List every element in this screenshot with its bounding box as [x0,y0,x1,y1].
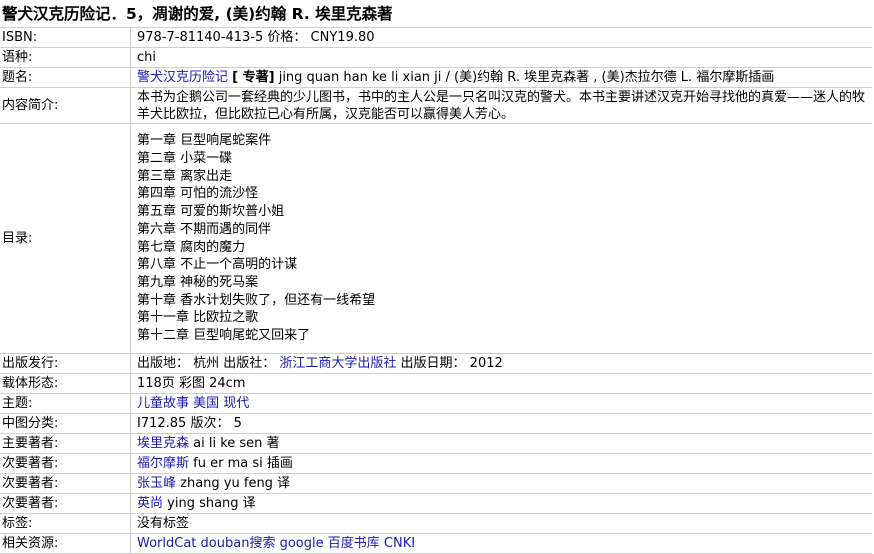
value-summary: 本书为企鹅公司一套经典的少儿图书，书中的主人公是一只名叫汉克的警犬。本书主要讲述… [130,87,872,124]
toc-chapter: 第七章 腐肉的魔力 [137,239,246,255]
toc-chapter: 第二章 小菜一碟 [137,150,233,166]
toc-chapter: 第四章 可怕的流沙怪 [137,186,259,202]
publish-place: 出版地： 杭州 出版社： [137,355,280,371]
author-role: ai li ke sen 著 [189,435,280,451]
row-title: 题名: 警犬汉克历险记 [ 专著] jing quan han ke li xi… [0,67,872,88]
author-link[interactable]: 张玉峰 [137,476,176,491]
publish-date: 出版日期： 2012 [396,355,503,371]
row-classification: 中图分类: I712.85 版次： 5 [0,413,872,434]
subject-link[interactable]: 儿童故事 [137,396,189,411]
label-classification: 中图分类: [0,413,131,434]
value-isbn-price: 978-7-81140-413-5 价格： CNY19.80 [130,27,872,48]
label-publish: 出版发行: [0,353,131,374]
label-resources: 相关资源: [0,533,131,554]
label-tags: 标签: [0,513,131,534]
toc-chapter: 第十章 香水计划失败了，但还有一线希望 [137,292,376,308]
author-link[interactable]: 英尚 [137,496,163,511]
row-form: 载体形态: 118页 彩图 24cm [0,373,872,394]
toc-chapter: 第十二章 巨型响尾蛇又回来了 [137,328,311,344]
value-author-secondary: 张玉峰 zhang yu feng 译 [130,473,872,494]
label-author-secondary: 次要著者: [0,453,131,474]
row-publish: 出版发行: 出版地： 杭州 出版社： 浙江工商大学出版社 出版日期： 2012 [0,353,872,374]
value-language: chi [130,47,872,68]
value-title: 警犬汉克历险记 [ 专著] jing quan han ke li xian j… [130,67,872,88]
subject-link[interactable]: 美国 [193,396,219,411]
author-link[interactable]: 福尔摩斯 [137,456,189,471]
label-author-secondary: 次要著者: [0,493,131,514]
record-table: ISBN: 978-7-81140-413-5 价格： CNY19.80 语种:… [0,27,872,554]
title-detail: jing quan han ke li xian ji / (美)约翰 R. 埃… [274,69,775,85]
title-link[interactable]: 警犬汉克历险记 [137,70,228,85]
row-resources: 相关资源: WorldCat douban搜索 google 百度书库 CNKI [0,533,872,554]
label-toc: 目录: [0,123,131,354]
value-author-main: 埃里克森 ai li ke sen 著 [130,433,872,454]
toc-list: 第一章 巨型响尾蛇案件 第二章 小菜一碟 第三章 离家出走 第四章 可怕的流沙怪… [130,123,872,354]
toc-chapter: 第一章 巨型响尾蛇案件 [137,133,272,149]
subject-link[interactable]: 现代 [223,396,249,411]
label-isbn: ISBN: [0,27,131,48]
resource-link-baidu[interactable]: 百度书库 [328,536,380,551]
resource-link-cnki[interactable]: CNKI [384,536,415,551]
row-isbn: ISBN: 978-7-81140-413-5 价格： CNY19.80 [0,27,872,48]
toc-chapter: 第八章 不止一个高明的计谋 [137,257,298,273]
row-author-secondary: 次要著者: 英尚 ying shang 译 [0,493,872,514]
row-subject: 主题: 儿童故事 美国 现代 [0,393,872,414]
value-form: 118页 彩图 24cm [130,373,872,394]
toc-chapter: 第三章 离家出走 [137,168,233,184]
toc-chapter: 第九章 神秘的死马案 [137,274,259,290]
label-summary: 内容简介: [0,87,131,124]
row-tags: 标签: 没有标签 [0,513,872,534]
toc-chapter: 第六章 不期而遇的同伴 [137,221,272,237]
value-publish: 出版地： 杭州 出版社： 浙江工商大学出版社 出版日期： 2012 [130,353,872,374]
value-author-secondary: 英尚 ying shang 译 [130,493,872,514]
row-author-secondary: 次要著者: 张玉峰 zhang yu feng 译 [0,473,872,494]
toc-chapter: 第十一章 比欧拉之歌 [137,310,259,326]
author-role: zhang yu feng 译 [176,475,291,491]
value-tags: 没有标签 [130,513,872,534]
label-form: 载体形态: [0,373,131,394]
value-classification: I712.85 版次： 5 [130,413,872,434]
value-resources: WorldCat douban搜索 google 百度书库 CNKI [130,533,872,554]
resource-link-worldcat[interactable]: WorldCat [137,536,196,551]
row-author-main: 主要著者: 埃里克森 ai li ke sen 著 [0,433,872,454]
label-author-main: 主要著者: [0,433,131,454]
label-language: 语种: [0,47,131,68]
resource-link-google[interactable]: google [280,536,324,551]
author-link[interactable]: 埃里克森 [137,436,189,451]
label-author-secondary: 次要著者: [0,473,131,494]
label-subject: 主题: [0,393,131,414]
author-role: fu er ma si 插画 [189,455,293,471]
toc-chapter: 第五章 可爱的斯坎普小姐 [137,204,285,220]
row-toc: 目录: 第一章 巨型响尾蛇案件 第二章 小菜一碟 第三章 离家出走 第四章 可怕… [0,123,872,354]
row-language: 语种: chi [0,47,872,68]
value-subject: 儿童故事 美国 现代 [130,393,872,414]
author-role: ying shang 译 [163,495,256,511]
value-author-secondary: 福尔摩斯 fu er ma si 插画 [130,453,872,474]
row-summary: 内容简介: 本书为企鹅公司一套经典的少儿图书，书中的主人公是一只名叫汉克的警犬。… [0,87,872,124]
row-author-secondary: 次要著者: 福尔摩斯 fu er ma si 插画 [0,453,872,474]
label-title: 题名: [0,67,131,88]
publisher-link[interactable]: 浙江工商大学出版社 [279,356,396,371]
page-title: 警犬汉克历险记．5，凋谢的爱, (美)约翰 R. 埃里克森著 [2,5,393,23]
doc-type: [ 专著] [232,69,275,85]
resource-link-douban[interactable]: douban搜索 [201,536,276,551]
